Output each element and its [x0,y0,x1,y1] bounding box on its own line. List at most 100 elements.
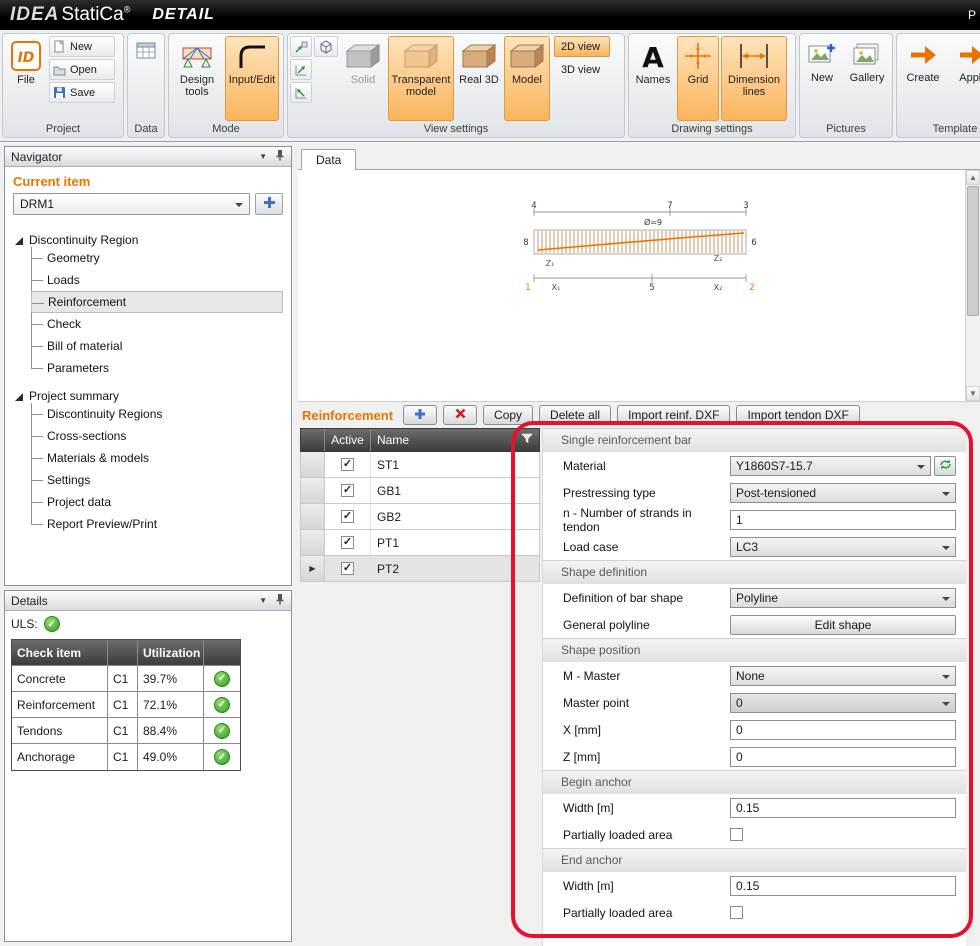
main-area: Data 4 7 3 Ø=9 8 6 Z₁ Z₂ [298,146,980,946]
tree-item-bill-of-material[interactable]: Bill of material [31,335,283,357]
scroll-down-arrow[interactable]: ▼ [966,386,980,401]
tree-item-discontinuity-regions[interactable]: Discontinuity Regions [31,403,283,425]
current-item-combobox[interactable]: DRM1 [13,193,250,215]
tree-item-loads[interactable]: Loads [31,269,283,291]
names-button[interactable]: A Names [631,36,675,121]
selected-row-marker: ▶ [301,556,325,581]
app-title: DETAIL [152,6,215,24]
open-button[interactable]: Open [49,59,115,80]
tree-item-cross-sections[interactable]: Cross-sections [31,425,283,447]
delete-reinforcement-button[interactable] [443,405,477,425]
import-reinf-dxf-button[interactable]: Import reinf. DXF [617,405,730,425]
active-checkbox[interactable]: ✓ [341,536,354,549]
template-create-button[interactable]: Create [899,36,947,121]
2d-view-button[interactable]: 2D view [554,36,610,57]
drawing-canvas[interactable]: 4 7 3 Ø=9 8 6 Z₁ Z₂ 1 X₁ 5 X₂ 2 ▲ ▼ [298,170,980,402]
active-checkbox[interactable]: ✓ [341,458,354,471]
z-mm-input[interactable]: 0 [730,747,956,767]
delete-all-button[interactable]: Delete all [539,405,611,425]
end-partially-loaded-checkbox[interactable] [730,906,743,919]
panel-menu-chevron-icon[interactable]: ▼ [259,596,267,605]
ribbon-group-label-template: Template [897,123,980,137]
prestressing-type-combobox[interactable]: Post-tensioned [730,483,956,503]
scroll-up-arrow[interactable]: ▲ [966,170,980,185]
new-button[interactable]: New [49,36,115,57]
tree-item-materials-models[interactable]: Materials & models [31,447,283,469]
pin-icon[interactable] [275,149,285,164]
tab-data[interactable]: Data [301,149,356,170]
table-row-gb1[interactable]: ✓ GB1 [300,478,540,504]
real-3d-beam-icon [459,41,499,71]
panel-menu-chevron-icon[interactable]: ▼ [259,152,267,161]
dimension-lines-button[interactable]: Dimension lines [721,36,787,121]
property-row-z-mm: Z [mm] 0 [543,743,966,770]
ribbon-group-view-settings: Solid Transparent model Real 3D Model [287,33,625,138]
tree-node-discontinuity-region[interactable]: Discontinuity Region [13,223,283,247]
tree-item-parameters[interactable]: Parameters [31,357,283,379]
data-tool-button[interactable] [131,36,161,121]
axis-option-2-button[interactable] [290,59,312,80]
z1-label: Z₁ [546,259,555,268]
property-row-x-mm: X [mm] 0 [543,716,966,743]
tree-item-report-preview-print[interactable]: Report Preview/Print [31,513,283,535]
real-3d-button[interactable]: Real 3D [456,36,502,121]
table-row-gb2[interactable]: ✓ GB2 [300,504,540,530]
gallery-button[interactable]: Gallery [844,36,890,121]
table-row: Reinforcement C1 72.1% ✓ [12,692,240,718]
property-row-begin-partially-loaded: Partially loaded area [543,821,966,848]
cube-view-button[interactable] [314,36,338,57]
table-row-pt1[interactable]: ✓ PT1 [300,530,540,556]
picture-new-button[interactable]: New [802,36,842,121]
transparent-model-button[interactable]: Transparent model [388,36,454,121]
tree-item-reinforcement[interactable]: Reinforcement [31,291,283,313]
master-point-combobox[interactable]: 0 [730,693,956,713]
model-view-button[interactable]: Model [504,36,550,121]
file-button[interactable]: ID File [5,36,47,121]
strand-count-input[interactable]: 1 [730,510,956,530]
material-combobox[interactable]: Y1860S7-15.7 [730,456,931,476]
x-mm-input[interactable]: 0 [730,720,956,740]
active-checkbox[interactable]: ✓ [341,484,354,497]
scrollbar-thumb[interactable] [967,186,979,316]
edit-shape-button[interactable]: Edit shape [730,615,956,635]
save-button[interactable]: Save [49,82,115,103]
load-case-combobox[interactable]: LC3 [730,537,956,557]
table-row-pt2-selected[interactable]: ▶ ✓ PT2 [300,556,540,582]
axis-option-3-button[interactable] [290,82,312,103]
statica-logo: StatiCa [61,4,123,25]
import-tendon-dxf-button[interactable]: Import tendon DXF [736,405,859,425]
bar-shape-combobox[interactable]: Polyline [730,588,956,608]
template-apply-button[interactable]: Apply [949,36,980,121]
canvas-vertical-scrollbar[interactable]: ▲ ▼ [965,170,980,401]
3d-view-button[interactable]: 3D view [554,59,610,80]
tree-node-project-summary[interactable]: Project summary [13,379,283,403]
ribbon-group-drawing-settings: A Names Grid Dimension lines Drawing set… [628,33,796,138]
gallery-picture-icon [853,41,881,69]
x1-label: X₁ [552,283,561,292]
active-checkbox[interactable]: ✓ [341,510,354,523]
design-tools-button[interactable]: Design tools [171,36,223,121]
tree-item-geometry[interactable]: Geometry [31,247,283,269]
input-edit-button[interactable]: Input/Edit [225,36,279,121]
add-reinforcement-button[interactable] [403,405,437,425]
axis-option-1-button[interactable] [290,36,312,57]
material-refresh-button[interactable] [934,456,956,476]
add-item-button[interactable] [255,193,283,215]
active-checkbox[interactable]: ✓ [341,562,354,575]
master-combobox[interactable]: None [730,666,956,686]
table-row-st1[interactable]: ✓ ST1 [300,452,540,478]
navigator-title: Navigator [11,150,62,164]
filter-funnel-icon[interactable] [521,433,533,447]
copy-button[interactable]: Copy [483,405,533,425]
pin-icon[interactable] [275,593,285,608]
ribbon-group-data: Data [127,33,165,138]
uls-label: ULS: [11,617,38,631]
end-anchor-width-input[interactable]: 0.15 [730,876,956,896]
begin-partially-loaded-checkbox[interactable] [730,828,743,841]
tree-item-project-data[interactable]: Project data [31,491,283,513]
begin-anchor-width-input[interactable]: 0.15 [730,798,956,818]
solid-view-button[interactable]: Solid [340,36,386,121]
grid-button[interactable]: Grid [677,36,719,121]
tree-item-check[interactable]: Check [31,313,283,335]
tree-item-settings[interactable]: Settings [31,469,283,491]
